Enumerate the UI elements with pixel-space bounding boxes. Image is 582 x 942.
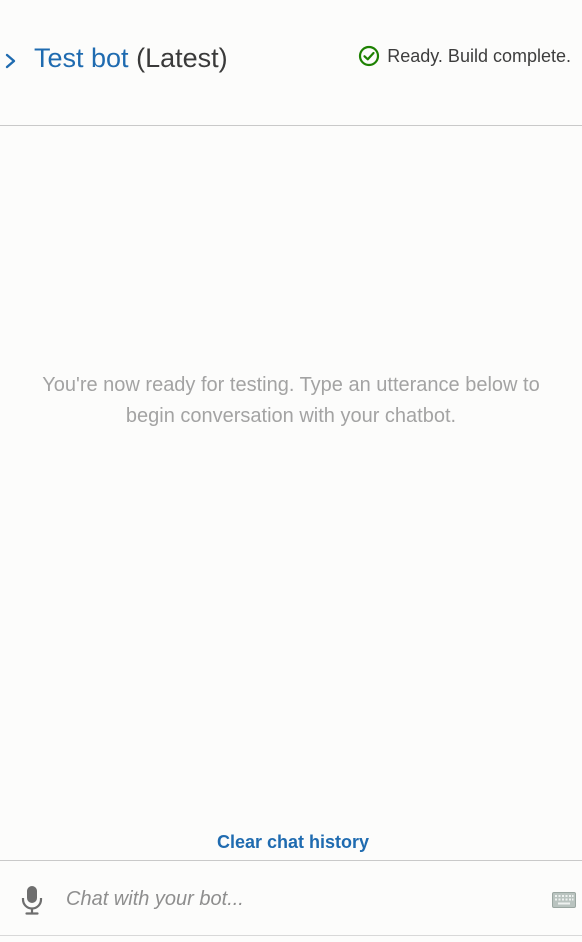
chat-input[interactable] <box>66 881 526 917</box>
keyboard-toggle-button[interactable] <box>552 892 576 908</box>
chat-input-bar <box>0 860 582 936</box>
build-status: Ready. Build complete. <box>358 45 571 67</box>
panel-header: Test bot (Latest) Ready. Build complete. <box>0 0 582 126</box>
conversation-area: You're now ready for testing. Type an ut… <box>0 127 582 860</box>
keyboard-icon <box>552 892 576 908</box>
panel-title: Test bot (Latest) <box>34 41 228 75</box>
bot-version: (Latest) <box>136 43 228 73</box>
clear-chat-history-link[interactable]: Clear chat history <box>0 832 582 853</box>
build-status-text: Ready. Build complete. <box>387 45 571 66</box>
test-bot-panel: Test bot (Latest) Ready. Build complete.… <box>0 0 582 942</box>
microphone-button[interactable] <box>20 885 44 915</box>
check-circle-icon <box>359 45 380 67</box>
collapse-panel-button[interactable] <box>2 48 20 74</box>
empty-conversation-message: You're now ready for testing. Type an ut… <box>42 374 540 427</box>
bot-name: Test bot <box>34 43 129 73</box>
microphone-icon <box>21 886 43 915</box>
chevron-right-icon <box>5 53 16 69</box>
